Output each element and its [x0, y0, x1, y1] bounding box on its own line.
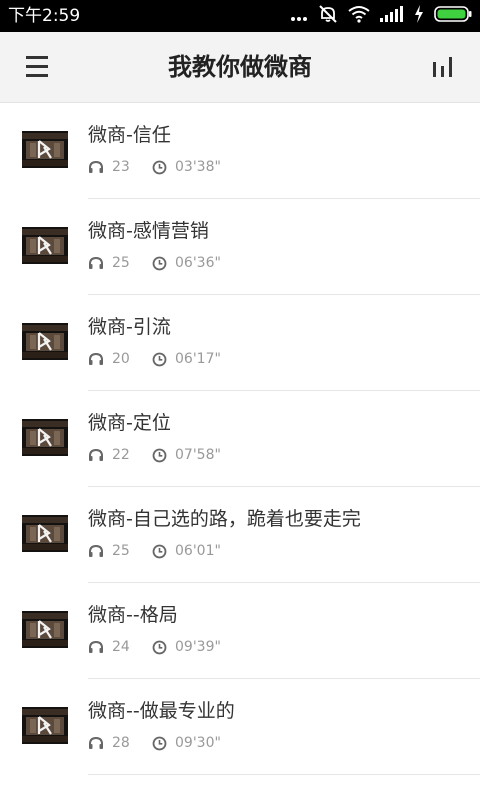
page-title: 我教你做微商	[168, 53, 312, 81]
menu-button[interactable]	[22, 53, 56, 81]
item-meta: 23 03'38"	[88, 157, 221, 177]
item-title: 微商-自己选的路，跪着也要走完	[88, 508, 361, 530]
item-title: 微商-信任	[88, 124, 171, 146]
item-meta: 22 07'58"	[88, 445, 221, 465]
headphones-icon	[88, 352, 112, 366]
stats-icon	[428, 57, 458, 86]
thumbnail-image	[22, 515, 68, 552]
duration-value: 06'17"	[175, 351, 221, 367]
listen-count-value: 25	[112, 543, 130, 559]
clock-icon	[152, 352, 175, 367]
thumbnail-image	[22, 419, 68, 456]
listen-count: 25	[88, 541, 152, 561]
item-meta: 24 09'39"	[88, 637, 221, 657]
duration: 06'01"	[152, 541, 221, 561]
list-item[interactable]: 微商-信任 23 03'38"	[0, 103, 480, 199]
item-title: 微商-引流	[88, 316, 171, 338]
audio-list: 微商-信任 23 03'38" 微商-感情营销 25 06'36" 微商-引流 20 06'17…	[0, 103, 480, 775]
battery-icon	[434, 6, 472, 26]
duration: 03'38"	[152, 157, 221, 177]
thumbnail-image	[22, 227, 68, 264]
listen-count: 25	[88, 253, 152, 273]
clock-icon	[152, 736, 175, 751]
listen-count-value: 25	[112, 255, 130, 271]
listen-count-value: 20	[112, 351, 130, 367]
listen-count-value: 23	[112, 159, 130, 175]
headphones-icon	[88, 544, 112, 558]
duration: 06'36"	[152, 253, 221, 273]
list-item[interactable]: 微商-感情营销 25 06'36"	[0, 199, 480, 295]
duration: 09'30"	[152, 733, 221, 753]
listen-count: 22	[88, 445, 152, 465]
duration-value: 09'30"	[175, 735, 221, 751]
menu-icon	[22, 53, 52, 81]
app-bar: 我教你做微商	[0, 32, 480, 103]
wifi-icon	[348, 5, 370, 27]
list-item[interactable]: 微商-自己选的路，跪着也要走完 25 06'01"	[0, 487, 480, 583]
clock-icon	[152, 640, 175, 655]
duration-value: 07'58"	[175, 447, 221, 463]
clock-icon	[152, 256, 175, 271]
list-item[interactable]: 微商-定位 22 07'58"	[0, 391, 480, 487]
duration: 09'39"	[152, 637, 221, 657]
listen-count: 23	[88, 157, 152, 177]
duration-value: 03'38"	[175, 159, 221, 175]
headphones-icon	[88, 448, 112, 462]
list-item[interactable]: 微商-引流 20 06'17"	[0, 295, 480, 391]
listen-count-value: 22	[112, 447, 130, 463]
item-meta: 25 06'36"	[88, 253, 221, 273]
headphones-icon	[88, 256, 112, 270]
list-item[interactable]: 微商--格局 24 09'39"	[0, 583, 480, 679]
stats-button[interactable]	[428, 52, 458, 82]
duration-value: 09'39"	[175, 639, 221, 655]
status-bar: 下午2:59	[0, 0, 480, 32]
thumbnail-image	[22, 707, 68, 744]
duration-value: 06'01"	[175, 543, 221, 559]
listen-count-value: 28	[112, 735, 130, 751]
notifications-off-icon	[318, 4, 338, 28]
item-title: 微商--做最专业的	[88, 700, 235, 722]
headphones-icon	[88, 736, 112, 750]
duration: 07'58"	[152, 445, 221, 465]
item-title: 微商--格局	[88, 604, 178, 626]
duration-value: 06'36"	[175, 255, 221, 271]
item-meta: 20 06'17"	[88, 349, 221, 369]
list-item[interactable]: 微商--做最专业的 28 09'30"	[0, 679, 480, 775]
more-dots-icon	[290, 7, 308, 26]
status-time: 下午2:59	[8, 6, 81, 26]
item-meta: 28 09'30"	[88, 733, 221, 753]
divider	[88, 774, 480, 775]
headphones-icon	[88, 640, 112, 654]
listen-count-value: 24	[112, 639, 130, 655]
item-title: 微商-定位	[88, 412, 171, 434]
listen-count: 20	[88, 349, 152, 369]
clock-icon	[152, 544, 175, 559]
item-title: 微商-感情营销	[88, 220, 209, 242]
clock-icon	[152, 448, 175, 463]
charging-icon	[414, 5, 424, 27]
status-icons	[290, 5, 472, 27]
duration: 06'17"	[152, 349, 221, 369]
listen-count: 24	[88, 637, 152, 657]
thumbnail-image	[22, 323, 68, 360]
headphones-icon	[88, 160, 112, 174]
listen-count: 28	[88, 733, 152, 753]
clock-icon	[152, 160, 175, 175]
signal-icon	[380, 6, 404, 26]
thumbnail-image	[22, 131, 68, 168]
item-meta: 25 06'01"	[88, 541, 221, 561]
thumbnail-image	[22, 611, 68, 648]
